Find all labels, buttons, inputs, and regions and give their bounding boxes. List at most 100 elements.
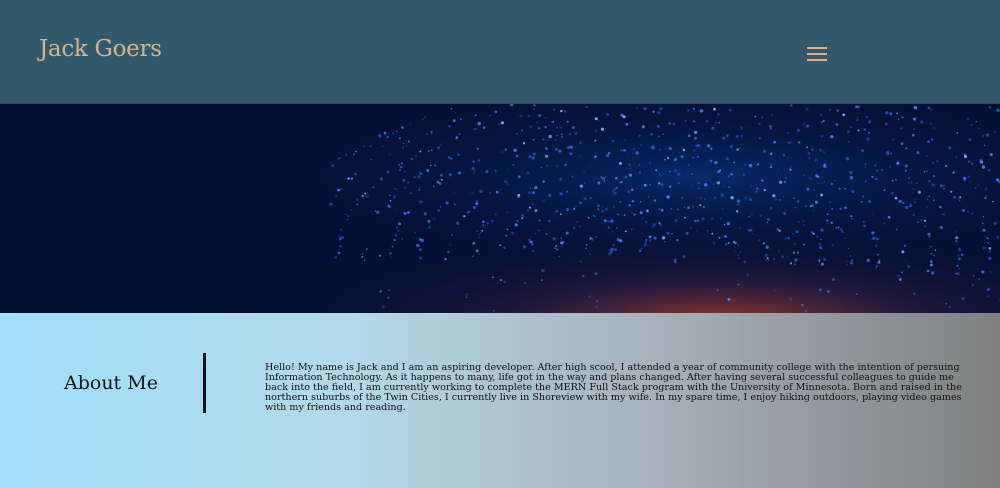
particle-dot [381, 305, 385, 309]
particle-dot [414, 232, 416, 234]
particle-dot [560, 237, 563, 239]
particle-dot [777, 167, 780, 170]
particle-dot [928, 180, 931, 183]
particle-dot [538, 219, 541, 222]
particle-dot [971, 212, 973, 215]
particle-dot [555, 126, 558, 129]
particle-dot [556, 134, 558, 137]
particle-dot [927, 140, 930, 143]
particle-dot [459, 118, 463, 121]
particle-dot [855, 293, 858, 296]
particle-dot [391, 245, 394, 248]
particle-dot [603, 219, 607, 223]
particle-dot [913, 188, 915, 190]
site-header: Jack Goers [0, 0, 1000, 104]
particle-dot [933, 254, 936, 257]
particle-dot [541, 200, 543, 203]
particle-dot [604, 207, 609, 211]
particle-dot [787, 236, 791, 240]
particle-dot [383, 131, 387, 135]
particle-dot [826, 213, 829, 215]
particle-dot [347, 214, 350, 218]
particle-dot [692, 149, 696, 152]
particle-dot [676, 208, 679, 211]
particle-dot [515, 133, 518, 135]
particle-dot [925, 205, 928, 208]
particle-dot [904, 259, 907, 262]
particle-dot [723, 224, 726, 226]
particle-dot [611, 139, 615, 143]
particle-dot [522, 142, 526, 145]
particle-dot [511, 231, 515, 235]
particle-dot [481, 230, 484, 232]
particle-dot [793, 197, 795, 200]
particle-dot [769, 206, 773, 210]
particle-dot [850, 261, 854, 265]
particle-dot [674, 258, 677, 261]
particle-dot [652, 110, 655, 113]
particle-dot [618, 161, 622, 166]
particle-dot [494, 172, 497, 175]
particle-dot [913, 117, 916, 121]
particle-dot [639, 201, 642, 203]
particle-dot [545, 147, 548, 151]
particle-dot [338, 235, 341, 238]
particle-dot [638, 163, 641, 166]
particle-dot [894, 178, 898, 181]
particle-dot [644, 220, 648, 224]
particle-dot [450, 233, 453, 236]
particle-dot [712, 241, 716, 245]
particle-dot [569, 145, 573, 149]
particle-dot [387, 296, 390, 299]
particle-dot [733, 161, 735, 164]
particle-dot [788, 141, 791, 145]
particle-dot [532, 152, 536, 156]
particle-dot [401, 126, 404, 129]
particle-dot [958, 199, 961, 202]
particle-dot [831, 278, 836, 282]
particle-dot [776, 227, 779, 231]
particle-dot [628, 204, 631, 207]
particle-dot [744, 196, 748, 200]
particle-dot [713, 196, 717, 200]
particle-dot [678, 217, 681, 219]
particle-dot [984, 187, 988, 191]
particle-dot [820, 228, 824, 232]
particle-dot [614, 248, 618, 252]
particle-dot [699, 204, 702, 207]
particle-dot [842, 113, 845, 117]
particle-dot [552, 237, 556, 241]
particle-dot [812, 188, 816, 192]
particle-dot [772, 258, 776, 261]
particle-dot [844, 187, 846, 190]
particle-dot [426, 133, 428, 135]
particle-dot [743, 260, 747, 264]
particle-dot [748, 215, 751, 218]
particle-dot [765, 258, 767, 261]
particle-dot [426, 169, 430, 172]
particle-dot [474, 169, 476, 171]
particle-dot [900, 142, 904, 146]
particle-dot [896, 161, 900, 165]
particle-dot [583, 181, 586, 185]
particle-dot [717, 113, 720, 116]
particle-dot [792, 251, 796, 254]
particle-dot [718, 236, 721, 239]
particle-dot [372, 186, 375, 189]
hamburger-menu-icon[interactable] [806, 45, 830, 63]
particle-dot [967, 175, 971, 179]
particle-dot [448, 173, 452, 177]
particle-dot [554, 139, 557, 141]
particle-dot [537, 229, 541, 232]
particle-dot [766, 246, 769, 249]
particle-dot [529, 125, 533, 128]
particle-dot [821, 262, 824, 266]
particle-dot [603, 180, 606, 183]
particle-dot [925, 154, 928, 157]
site-brand[interactable]: Jack Goers [39, 36, 162, 62]
particle-dot [889, 112, 893, 116]
particle-dot [592, 214, 595, 217]
particle-dot [422, 118, 425, 121]
particle-dot [822, 119, 825, 123]
particle-dot [457, 171, 462, 175]
